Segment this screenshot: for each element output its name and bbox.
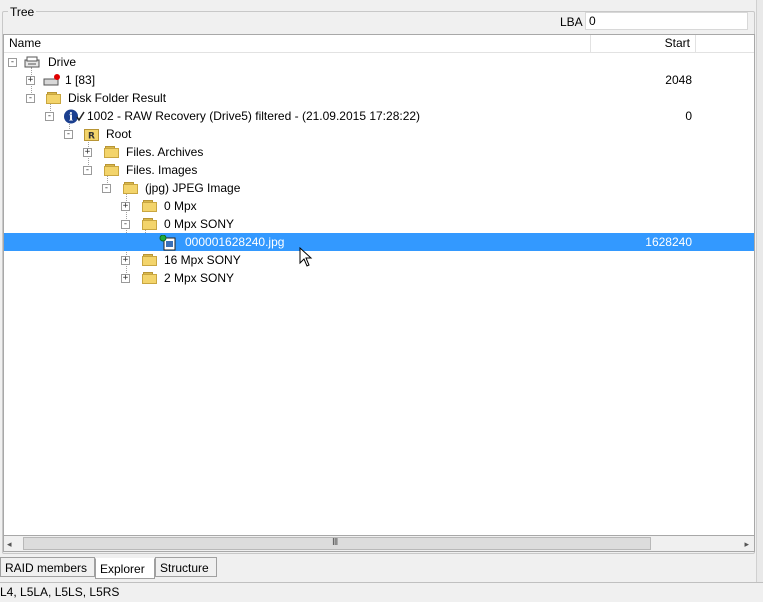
lba-label: LBA	[560, 15, 583, 29]
tree-item-label: 000001628240.jpg	[185, 235, 285, 249]
tree-item-label: Files. Archives	[126, 145, 204, 159]
expand-toggle[interactable]: +	[121, 274, 130, 283]
scroll-right-arrow-icon[interactable]: ▸	[744, 539, 749, 550]
tree-row[interactable]: + 1 [83] 2048	[4, 71, 754, 89]
tree-item-label: 0 Mpx SONY	[164, 217, 235, 231]
svg-text:R: R	[88, 132, 95, 142]
status-bar: L4, L5LA, L5LS, L5RS	[0, 582, 763, 602]
expand-toggle[interactable]: +	[121, 202, 130, 211]
tree-row[interactable]: - Disk Folder Result	[4, 89, 754, 107]
column-name-header[interactable]: Name	[9, 35, 41, 52]
drive-icon	[24, 55, 40, 69]
column-divider[interactable]	[590, 35, 591, 52]
folder-icon	[104, 145, 120, 159]
svg-text:i: i	[69, 111, 73, 124]
tab-structure[interactable]: Structure	[155, 557, 217, 577]
folder-icon	[142, 217, 158, 231]
tree-item-label: 1002 - RAW Recovery (Drive5) filtered - …	[87, 109, 421, 123]
folder-icon	[123, 181, 139, 195]
tree-row[interactable]: - Drive	[4, 53, 754, 71]
tree-row[interactable]: - R Root	[4, 125, 754, 143]
folder-icon	[104, 163, 120, 177]
tree-row[interactable]: + 2 Mpx SONY	[4, 269, 754, 287]
tree-item-label: (jpg) JPEG Image	[145, 181, 241, 195]
collapse-toggle[interactable]: -	[45, 112, 54, 121]
tree-row[interactable]: - 0 Mpx SONY	[4, 215, 754, 233]
start-value: 2048	[665, 73, 692, 87]
collapse-toggle[interactable]: -	[64, 130, 73, 139]
scrollbar-grip-icon: III	[332, 537, 338, 548]
collapse-toggle[interactable]: -	[26, 94, 35, 103]
folder-icon	[142, 199, 158, 213]
scrollbar-thumb[interactable]: III	[23, 537, 651, 550]
tree-item-label: Files. Images	[126, 163, 198, 177]
root-folder-icon: R	[84, 127, 100, 141]
column-divider[interactable]	[695, 35, 696, 52]
horizontal-scrollbar[interactable]: ◂ III ▸	[3, 535, 755, 552]
tree-item-label: Root	[106, 127, 132, 141]
tree-row[interactable]: + 16 Mpx SONY	[4, 251, 754, 269]
jpeg-file-icon	[159, 235, 176, 251]
folder-icon	[142, 271, 158, 285]
expand-toggle[interactable]: +	[83, 148, 92, 157]
tree-row[interactable]: + Files. Archives	[4, 143, 754, 161]
expand-toggle[interactable]: +	[26, 76, 35, 85]
tree-item-label: Drive	[48, 55, 77, 69]
partition-disk-icon	[43, 73, 60, 87]
collapse-toggle[interactable]: -	[121, 220, 130, 229]
tree-group-title: Tree	[8, 5, 37, 19]
column-header: Name Start	[4, 35, 754, 53]
tree-row[interactable]: - i 1002 - RAW Recovery (Drive5) filtere…	[4, 107, 754, 125]
lba-input[interactable]: 0	[585, 12, 748, 30]
tree-row-selected[interactable]: 000001628240.jpg 1628240	[4, 233, 754, 251]
tab-raid-members[interactable]: RAID members	[0, 557, 95, 577]
collapse-toggle[interactable]: -	[83, 166, 92, 175]
status-text: L4, L5LA, L5LS, L5RS	[0, 585, 120, 599]
tree-row[interactable]: + 0 Mpx	[4, 197, 754, 215]
tree-item-label: 0 Mpx	[164, 199, 197, 213]
window-right-edge	[756, 0, 763, 582]
mouse-cursor-icon	[299, 247, 313, 267]
expand-toggle[interactable]: +	[121, 256, 130, 265]
column-start-header[interactable]: Start	[592, 35, 694, 52]
collapse-toggle[interactable]: -	[102, 184, 111, 193]
tree-item-label: 2 Mpx SONY	[164, 271, 235, 285]
info-icon: i	[63, 109, 85, 124]
tree-item-label: 16 Mpx SONY	[164, 253, 241, 267]
folder-icon	[46, 91, 62, 105]
tab-explorer[interactable]: Explorer	[95, 558, 155, 579]
bottom-tab-bar: RAID members Explorer Structure	[0, 557, 763, 579]
collapse-toggle[interactable]: -	[8, 58, 17, 67]
tree-row[interactable]: - Files. Images	[4, 161, 754, 179]
start-value: 1628240	[645, 235, 692, 249]
tree-item-label: Disk Folder Result	[68, 91, 167, 105]
scroll-left-arrow-icon[interactable]: ◂	[7, 539, 12, 550]
tree-view[interactable]: Name Start - Drive + 1 [83] 2048 - Disk …	[3, 34, 755, 552]
folder-icon	[142, 253, 158, 267]
tree-item-label: 1 [83]	[65, 73, 96, 87]
tree-row[interactable]: - (jpg) JPEG Image	[4, 179, 754, 197]
start-value: 0	[685, 109, 692, 123]
